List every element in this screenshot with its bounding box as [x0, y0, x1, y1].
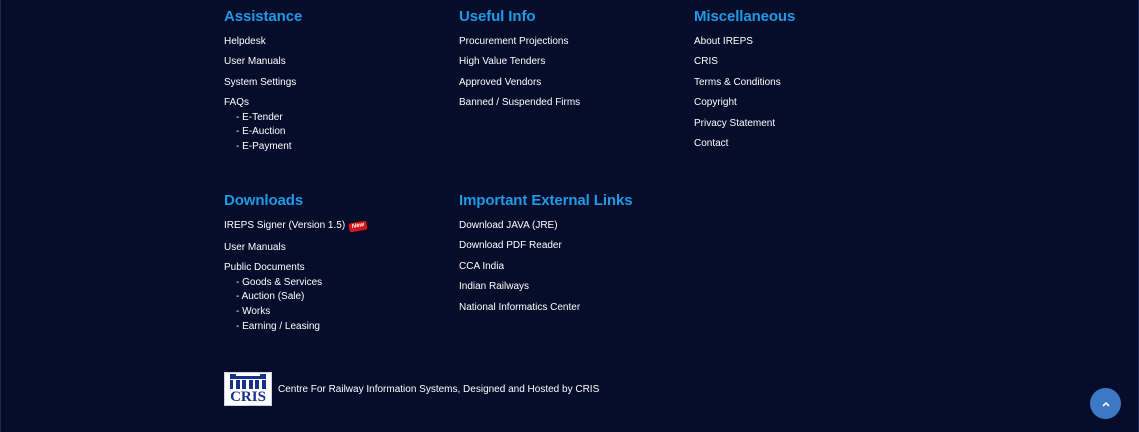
assistance-heading: Assistance	[224, 8, 303, 25]
link-earning-leasing[interactable]: Earning / Leasing	[236, 321, 320, 333]
link-download-java[interactable]: Download JAVA (JRE)	[459, 220, 558, 232]
downloads-heading: Downloads	[224, 192, 304, 209]
link-public-documents[interactable]: Public Documents	[224, 262, 305, 274]
link-indian-railways[interactable]: Indian Railways	[459, 281, 529, 293]
link-terms-conditions[interactable]: Terms & Conditions	[694, 77, 781, 89]
cris-logo[interactable]: CRIS	[224, 372, 272, 406]
link-helpdesk[interactable]: Helpdesk	[224, 36, 266, 48]
link-goods-services[interactable]: Goods & Services	[236, 277, 322, 289]
link-privacy-statement[interactable]: Privacy Statement	[694, 118, 775, 130]
link-auction-sale[interactable]: Auction (Sale)	[236, 291, 305, 303]
link-banned-suspended-firms[interactable]: Banned / Suspended Firms	[459, 97, 580, 109]
link-contact[interactable]: Contact	[694, 138, 728, 150]
link-faqs[interactable]: FAQs	[224, 97, 249, 109]
cris-logo-text: CRIS	[230, 389, 266, 405]
link-cca-india[interactable]: CCA India	[459, 261, 504, 273]
link-cris[interactable]: CRIS	[694, 56, 718, 68]
new-badge: New	[348, 220, 369, 233]
link-faq-e-auction[interactable]: E-Auction	[236, 126, 285, 138]
downloads-section: Downloads IREPS Signer (Version 1.5) New …	[224, 192, 444, 342]
useful-info-section: Useful Info Procurement Projections High…	[459, 8, 679, 118]
link-download-pdf-reader[interactable]: Download PDF Reader	[459, 240, 562, 252]
assistance-section: Assistance Helpdesk User Manuals System …	[224, 8, 444, 158]
link-system-settings[interactable]: System Settings	[224, 77, 296, 89]
link-about-ireps[interactable]: About IREPS	[694, 36, 753, 48]
link-copyright[interactable]: Copyright	[694, 97, 737, 109]
external-links-section: Important External Links Download JAVA (…	[459, 192, 699, 322]
miscellaneous-heading: Miscellaneous	[694, 8, 796, 25]
chevron-up-icon	[1101, 401, 1110, 407]
railway-building-icon	[230, 374, 266, 389]
link-download-user-manuals[interactable]: User Manuals	[224, 242, 286, 254]
link-approved-vendors[interactable]: Approved Vendors	[459, 77, 541, 89]
ireps-signer-label[interactable]: IREPS Signer (Version 1.5)	[224, 220, 345, 231]
link-ireps-signer[interactable]: IREPS Signer (Version 1.5) New	[224, 220, 369, 233]
useful-info-heading: Useful Info	[459, 8, 536, 25]
link-faq-e-payment[interactable]: E-Payment	[236, 141, 291, 153]
link-user-manuals[interactable]: User Manuals	[224, 56, 286, 68]
miscellaneous-section: Miscellaneous About IREPS CRIS Terms & C…	[694, 8, 914, 158]
link-high-value-tenders[interactable]: High Value Tenders	[459, 56, 545, 68]
footer-credit-text: Centre For Railway Information Systems, …	[278, 383, 600, 395]
link-national-informatics-center[interactable]: National Informatics Center	[459, 302, 580, 314]
link-works[interactable]: Works	[236, 306, 270, 318]
external-links-heading: Important External Links	[459, 192, 633, 209]
footer-credit: CRIS Centre For Railway Information Syst…	[224, 372, 599, 406]
link-procurement-projections[interactable]: Procurement Projections	[459, 36, 569, 48]
link-faq-e-tender[interactable]: E-Tender	[236, 112, 283, 124]
scroll-to-top-button[interactable]	[1090, 388, 1121, 419]
